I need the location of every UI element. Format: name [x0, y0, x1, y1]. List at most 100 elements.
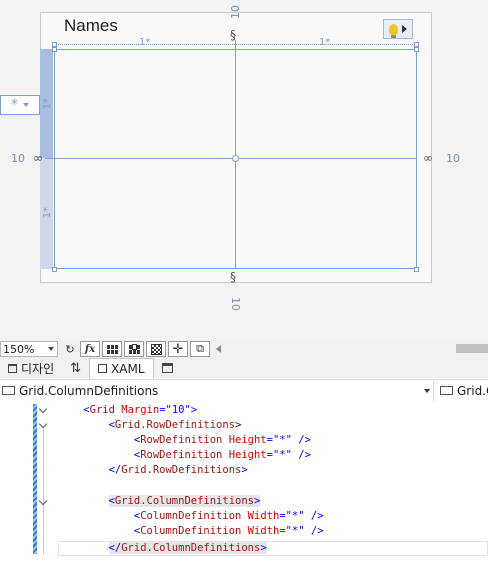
code-line[interactable]: <Grid.RowDefinitions>	[58, 418, 242, 433]
popout-icon	[161, 363, 173, 373]
member-type-icon	[440, 386, 453, 395]
code-line[interactable]: <ColumnDefinition Width="*" />	[58, 524, 324, 539]
device-preview-button[interactable]: ⧉	[190, 341, 210, 357]
element-path-value: Grid.ColumnDefinitions	[19, 383, 159, 398]
code-line[interactable]: <ColumnDefinition Width="*" />	[58, 509, 324, 524]
snap-gridlines-button[interactable]	[124, 341, 144, 357]
attribute-name: Height	[228, 434, 267, 446]
xml-tag: <Grid	[83, 404, 115, 416]
tab-design[interactable]: 디자인	[0, 358, 62, 378]
tag-close-bracket: >	[253, 495, 261, 507]
collapse-row-definitions-icon[interactable]	[39, 421, 48, 430]
resize-handle-bottom-right[interactable]	[414, 267, 419, 272]
attribute-name: Height	[228, 449, 267, 461]
grid-snap-button[interactable]	[102, 341, 122, 357]
attribute-value: "*"	[285, 510, 305, 522]
effects-button[interactable]: fx	[80, 341, 100, 357]
attribute-name: Width	[247, 525, 280, 537]
column-2-size-label[interactable]: 1*	[319, 37, 330, 48]
top-margin-link-icon[interactable]: §	[230, 28, 236, 42]
tag-element-name: Grid.RowDefinitions	[114, 419, 236, 431]
element-path-dropdown[interactable]: Grid.ColumnDefinitions	[0, 380, 434, 401]
collapse-column-definitions-icon[interactable]	[39, 498, 48, 507]
xaml-code-editor[interactable]: <Grid Margin="10"> <Grid.RowDefinitions>…	[0, 401, 488, 564]
tag-element-name: Grid.ColumnDefinitions	[121, 542, 261, 554]
row-divider[interactable]	[45, 158, 417, 159]
tab-xaml[interactable]: XAML	[89, 358, 154, 378]
view-tab-strip: 디자인 ⇅ XAML	[0, 358, 488, 378]
right-margin-link-icon[interactable]: ∞	[423, 151, 433, 165]
code-line[interactable]: </Grid.RowDefinitions>	[58, 463, 248, 478]
swap-panes-icon: ⇅	[70, 360, 82, 376]
resize-handle-top-right[interactable]	[414, 47, 419, 52]
bottom-margin-link-icon[interactable]: §	[230, 270, 236, 284]
element-navigation-bar: Grid.ColumnDefinitions Grid.C	[0, 379, 488, 401]
tag-open-bracket: </	[108, 464, 122, 476]
resize-handle-bottom-left[interactable]	[52, 267, 57, 272]
expand-arrow-icon	[402, 25, 407, 33]
column-rail-handle-right[interactable]	[414, 42, 419, 47]
tag-element-name: RowDefinition	[140, 449, 223, 461]
grid-icon	[106, 344, 118, 354]
change-tracking-bar	[33, 404, 37, 554]
tag-element-name: Grid.ColumnDefinitions	[114, 495, 254, 507]
popout-xaml-button[interactable]	[154, 358, 181, 378]
tag-element-name: ColumnDefinition	[140, 510, 242, 522]
attribute-value: "10"	[165, 404, 191, 416]
column-1-size-label[interactable]: 1*	[139, 37, 150, 48]
member-path-dropdown[interactable]: Grid.C	[434, 380, 488, 401]
design-view-icon	[8, 363, 17, 373]
resize-handle-top-left[interactable]	[52, 47, 57, 52]
left-margin-link-icon[interactable]: ∞	[33, 151, 43, 165]
row-2-size-label[interactable]: 1*	[42, 207, 53, 218]
window-title: Names	[64, 16, 118, 35]
tag-element-name: Grid.RowDefinitions	[121, 464, 242, 476]
attribute-name: Width	[247, 510, 280, 522]
quick-actions-button[interactable]	[383, 19, 413, 39]
tag-close-bracket: />	[304, 510, 324, 522]
code-line[interactable]: <RowDefinition Height="*" />	[58, 433, 311, 448]
refresh-icon[interactable]: ↻	[62, 341, 78, 357]
code-line[interactable]: <RowDefinition Height="*" />	[58, 448, 311, 463]
collapse-grid-icon[interactable]	[39, 406, 48, 415]
attribute-value: "*"	[272, 434, 292, 446]
attribute-name: Margin	[121, 404, 160, 416]
tag-close-bracket: >	[235, 419, 242, 431]
tag-open-bracket: </	[108, 542, 122, 554]
outline-guide	[43, 428, 44, 554]
code-line[interactable]: </Grid.ColumnDefinitions>	[58, 541, 267, 556]
grid-center-handle[interactable]	[232, 155, 239, 162]
right-margin-value: 10	[446, 152, 460, 165]
row-size-type-dropdown[interactable]: *	[0, 95, 40, 115]
xaml-design-surface[interactable]: Names § § ∞ ∞ 10 10 10 10 1* 1* 1* 1* *	[0, 0, 488, 340]
code-line[interactable]: <Grid.ColumnDefinitions>	[58, 494, 261, 509]
snap-snaplines-button[interactable]: ✛	[168, 341, 188, 357]
tag-close-bracket: />	[291, 434, 311, 446]
left-margin-value: 10	[11, 152, 25, 165]
xml-tag: <RowDefinition	[134, 449, 223, 461]
scroll-left-arrow-icon[interactable]	[216, 345, 221, 353]
column-rail-handle-left[interactable]	[52, 42, 57, 47]
row-1-size-label[interactable]: 1*	[42, 98, 53, 109]
attribute-value: "*"	[285, 525, 305, 537]
checkerboard-icon	[150, 343, 162, 355]
horizontal-scrollbar-thumb[interactable]	[456, 344, 488, 353]
member-path-value: Grid.C	[457, 383, 488, 398]
code-line[interactable]: <Grid Margin="10">	[58, 403, 197, 418]
tag-element-name: Grid	[89, 404, 115, 416]
chevron-down-icon	[424, 388, 430, 393]
xml-tag: <Grid.ColumnDefinitions	[108, 495, 254, 507]
artboard-background-button[interactable]	[146, 341, 166, 357]
tag-element-name: ColumnDefinition	[140, 525, 242, 537]
crosshair-icon: ✛	[172, 341, 184, 357]
designer-toolbar: 150% ↻ fx ✛ ⧉	[0, 340, 488, 358]
swap-panes-button[interactable]: ⇅	[62, 358, 89, 378]
bottom-margin-value: 10	[229, 297, 242, 311]
zoom-dropdown[interactable]: 150%	[0, 341, 58, 357]
